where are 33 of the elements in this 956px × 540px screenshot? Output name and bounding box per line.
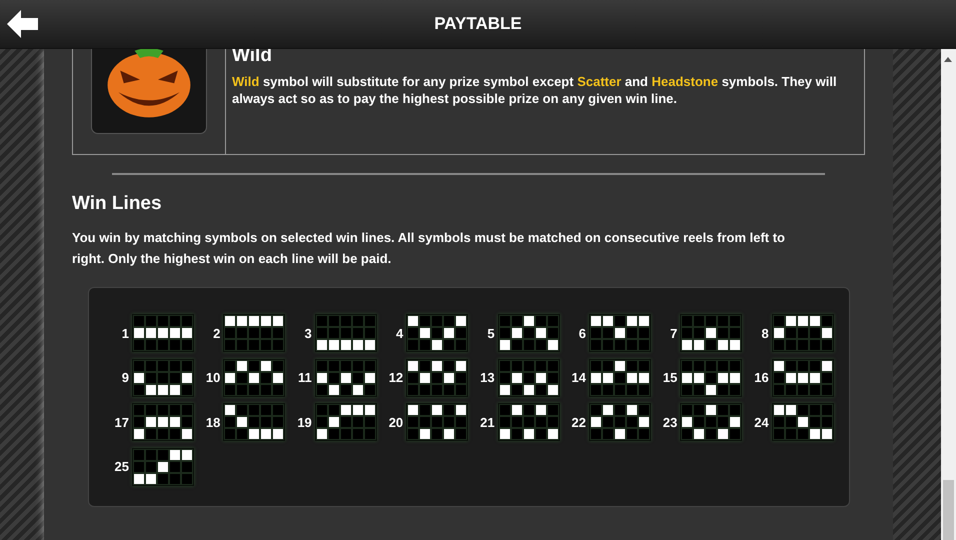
line-number: 23 xyxy=(662,414,678,430)
line-number: 6 xyxy=(578,326,586,341)
line-number: 9 xyxy=(120,370,129,386)
line-number: 14 xyxy=(570,370,586,386)
page-title: PAYTABLE xyxy=(434,14,522,34)
line-number: 17 xyxy=(114,414,129,430)
line-number: 4 xyxy=(394,326,404,341)
line-number: 20 xyxy=(388,414,404,430)
section-heading: Win Lines xyxy=(72,193,163,215)
line-number: 13 xyxy=(479,370,495,386)
line-number: 2 xyxy=(212,326,220,341)
scrollbar[interactable] xyxy=(941,49,956,540)
scroll-up-icon[interactable] xyxy=(944,57,952,62)
line-number: 12 xyxy=(388,370,404,386)
scrollbar-thumb[interactable] xyxy=(943,480,954,540)
line-number: 5 xyxy=(486,326,495,341)
line-number: 15 xyxy=(662,370,678,386)
line-number: 25 xyxy=(114,459,129,474)
line-number: 11 xyxy=(297,370,312,386)
back-arrow-icon[interactable] xyxy=(7,10,39,38)
line-number: 24 xyxy=(753,414,769,430)
section-description: You win by matching symbols on selected win lines. All symbols must be matched on consecutive reels from left to right. Only the highest win on each line will be paid. xyxy=(72,229,786,268)
symbol-description: Wild symbol will substitute for any prize symbol except Scatter and Headstone symbols. They will always act so as to pay the highest possible prize on any given win line. xyxy=(232,73,838,107)
line-number: 1 xyxy=(120,326,129,341)
line-number: 7 xyxy=(669,326,678,341)
line-number: 19 xyxy=(296,414,312,430)
line-number: 3 xyxy=(304,326,312,341)
line-number: 8 xyxy=(760,326,769,341)
line-number: 10 xyxy=(204,370,220,386)
line-number: 18 xyxy=(204,414,220,430)
line-number: 16 xyxy=(753,370,769,386)
line-number: 21 xyxy=(479,414,495,430)
line-number: 22 xyxy=(570,414,586,430)
